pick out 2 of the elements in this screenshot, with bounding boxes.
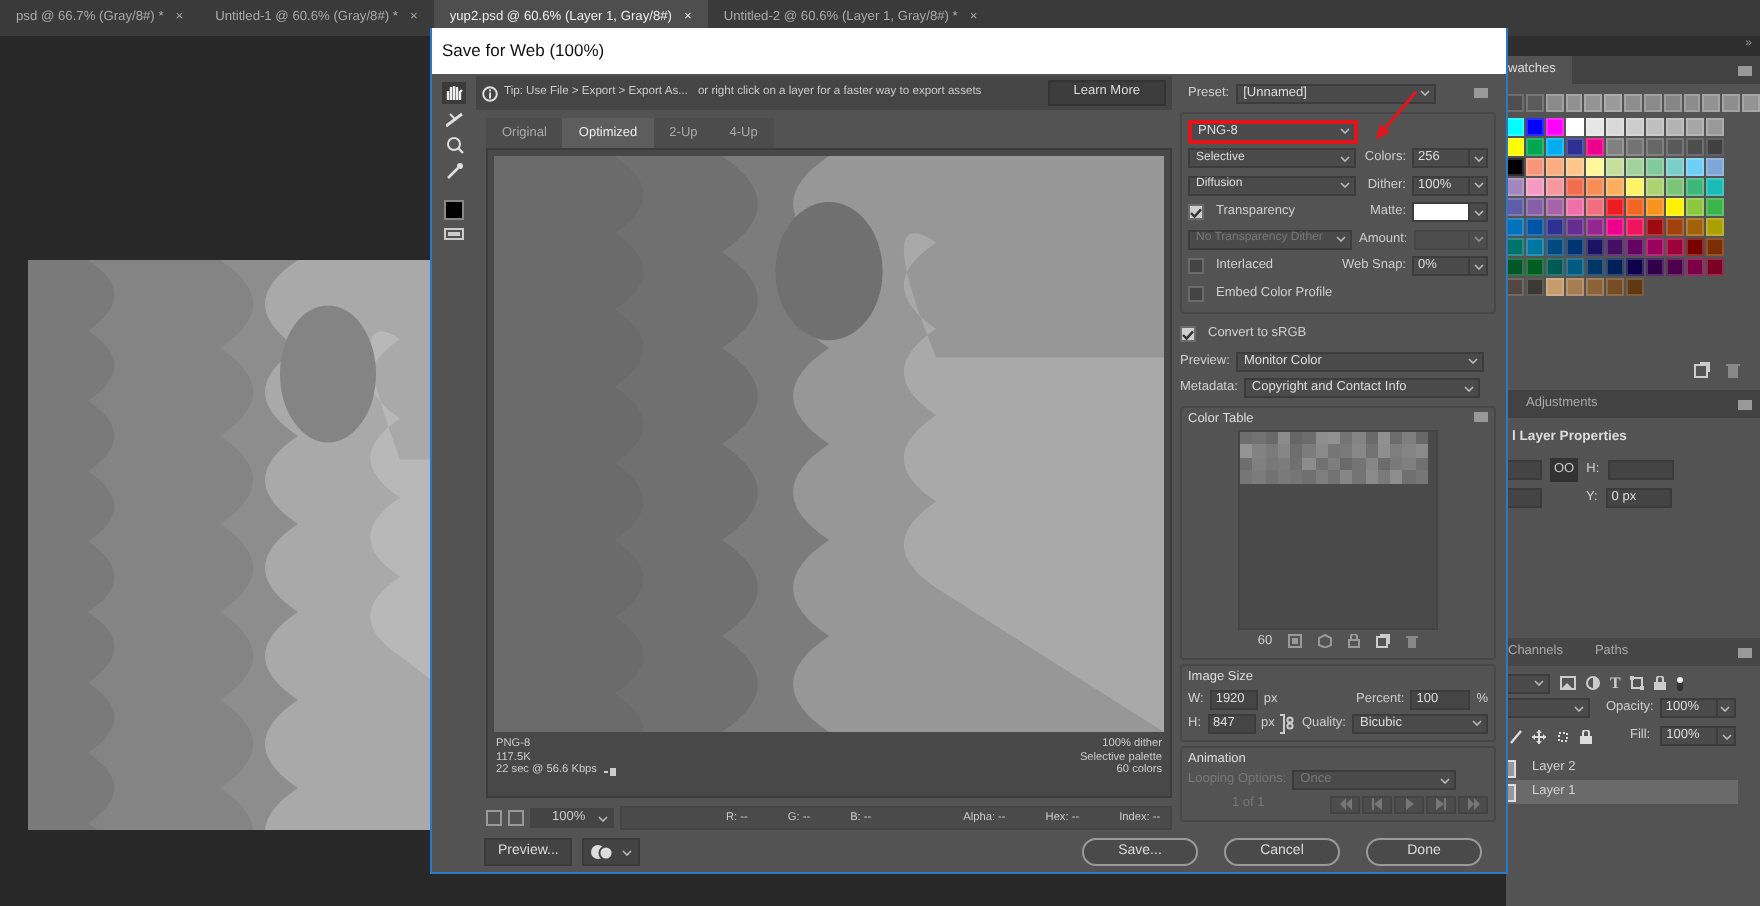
window-title: Save for Web (100%) — [432, 28, 1506, 74]
type-filter-button[interactable]: T — [1610, 673, 1621, 693]
